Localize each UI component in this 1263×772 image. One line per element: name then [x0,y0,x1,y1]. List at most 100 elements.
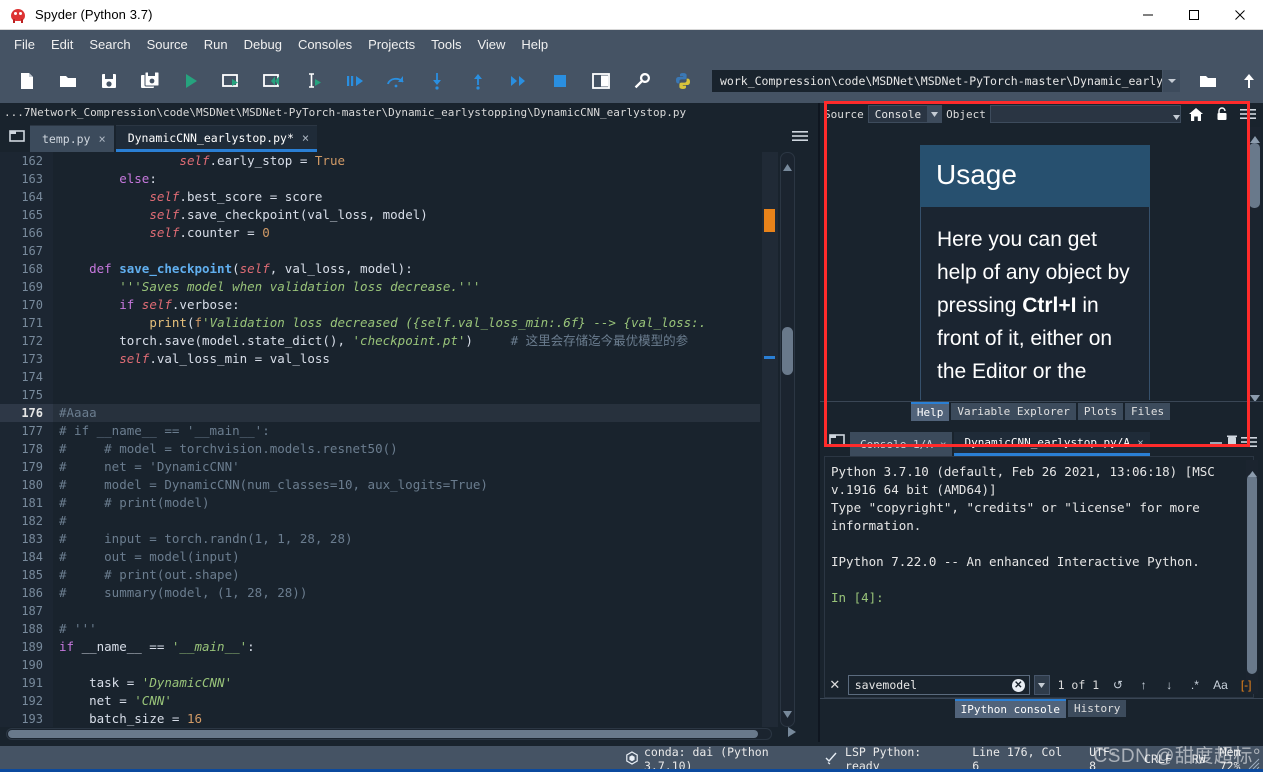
close-icon[interactable]: × [98,132,105,146]
code-line[interactable]: 164 self.best_score = score [0,188,760,206]
regex-toggle-icon[interactable]: .* [1184,675,1206,695]
search-refresh-icon[interactable]: ↺ [1107,675,1129,695]
scroll-right-arrow-icon[interactable] [788,722,796,741]
help-object-input[interactable] [989,105,1181,124]
tab-help[interactable]: Help [910,401,950,421]
editor-vertical-scrollbar[interactable] [780,152,795,727]
menu-source[interactable]: Source [139,34,196,55]
whole-words-icon[interactable]: [-] [1235,675,1257,695]
save-all-icon[interactable] [129,60,170,101]
code-line[interactable]: 187 [0,602,760,620]
code-line[interactable]: 193 batch_size = 16 [0,710,760,727]
close-icon[interactable]: × [302,131,309,145]
browse-tabs-icon[interactable] [4,122,30,150]
scroll-up-arrow-icon[interactable] [783,156,792,175]
open-folder-icon[interactable] [1187,60,1228,101]
editor-horizontal-scroll-thumb[interactable] [8,730,758,738]
code-line[interactable]: 177 # if __name__ == '__main__': [0,422,760,440]
console-output[interactable]: Python 3.7.10 (default, Feb 26 2021, 13:… [824,456,1254,698]
help-content[interactable]: Usage Here you can get help of any objec… [820,125,1249,400]
remove-console-icon[interactable] [1225,433,1239,452]
close-button[interactable] [1217,0,1263,30]
code-line[interactable]: 174 [0,368,760,386]
console-vertical-scroll-thumb[interactable] [1247,474,1257,674]
menu-projects[interactable]: Projects [360,34,423,55]
debug-file-icon[interactable] [334,60,375,101]
menu-consoles[interactable]: Consoles [290,34,360,55]
editor-tab-dynamiccnn[interactable]: DynamicCNN_earlystop.py* × [115,125,318,152]
code-line[interactable]: 172 torch.save(model.state_dict(), 'chec… [0,332,760,350]
run-selection-icon[interactable] [293,60,334,101]
menu-edit[interactable]: Edit [43,34,81,55]
code-line[interactable]: 163 else: [0,170,760,188]
code-line[interactable]: 181 # # print(model) [0,494,760,512]
minimize-icon[interactable] [1209,433,1223,452]
close-icon[interactable]: ✕ [826,677,844,693]
code-line[interactable]: 173 self.val_loss_min = val_loss [0,350,760,368]
continue-icon[interactable] [498,60,539,101]
tab-variable-explorer[interactable]: Variable Explorer [951,402,1076,420]
run-cell-advance-icon[interactable] [252,60,293,101]
code-line[interactable]: 175 [0,386,760,404]
browse-tabs-icon[interactable] [824,426,850,454]
horizontal-splitter[interactable] [820,421,1263,428]
code-line[interactable]: 167 [0,242,760,260]
find-next-icon[interactable]: ↓ [1158,675,1180,695]
editor-vertical-scroll-thumb[interactable] [782,327,793,375]
code-lines[interactable]: 162 self.early_stop = True 163 else: 164 s… [0,152,760,727]
code-line[interactable]: 182 # [0,512,760,530]
help-vertical-scroll-thumb[interactable] [1249,143,1260,208]
stop-debug-icon[interactable] [539,60,580,101]
run-cell-icon[interactable] [211,60,252,101]
up-arrow-icon[interactable] [1228,60,1263,101]
menu-file[interactable]: File [6,34,43,55]
tab-plots[interactable]: Plots [1077,402,1124,420]
code-line[interactable]: 189 if __name__ == '__main__': [0,638,760,656]
chevron-down-icon[interactable] [1162,69,1180,92]
code-line[interactable]: 183 # input = torch.randn(1, 1, 28, 28) [0,530,760,548]
code-line[interactable]: 192 net = 'CNN' [0,692,760,710]
code-line[interactable]: 188 # ''' [0,620,760,638]
preferences-icon[interactable] [621,60,662,101]
menu-tools[interactable]: Tools [423,34,469,55]
open-file-icon[interactable] [47,60,88,101]
scroll-down-arrow-icon[interactable] [783,703,792,722]
menu-run[interactable]: Run [196,34,236,55]
tab-history[interactable]: History [1067,699,1127,717]
working-directory-value[interactable]: work_Compression\code\MSDNet\MSDNet-PyTo… [712,74,1162,88]
step-over-icon[interactable] [375,60,416,101]
warning-marker[interactable] [764,209,775,232]
help-scroll-up-arrow-icon[interactable] [1250,128,1260,147]
menu-view[interactable]: View [469,34,513,55]
chevron-down-icon[interactable] [927,106,942,122]
code-line[interactable]: 168 def save_checkpoint(self, val_loss, … [0,260,760,278]
code-line[interactable]: 176 #Aaaa [0,404,760,422]
new-file-icon[interactable] [6,60,47,101]
match-case-icon[interactable]: Aa [1210,675,1232,695]
cursor-marker[interactable] [764,356,775,359]
editor-tab-temp[interactable]: temp.py × [30,125,114,152]
code-line[interactable]: 170 if self.verbose: [0,296,760,314]
tab-files[interactable]: Files [1125,402,1171,420]
step-return-icon[interactable] [457,60,498,101]
search-history-icon[interactable] [1033,675,1050,695]
code-line[interactable]: 162 self.early_stop = True [0,152,760,170]
working-directory-combo[interactable]: work_Compression\code\MSDNet\MSDNet-PyTo… [711,68,1181,93]
console-tab-dynamiccnn[interactable]: DynamicCNN_earlystop.py/A × [954,432,1150,456]
code-line[interactable]: 185 # # print(out.shape) [0,566,760,584]
console-scroll-up-arrow-icon[interactable] [1248,462,1257,481]
minimize-button[interactable] [1125,0,1171,30]
code-line[interactable]: 178 # # model = torchvision.models.resnet… [0,440,760,458]
menu-debug[interactable]: Debug [236,34,290,55]
tab-ipython-console[interactable]: IPython console [954,698,1066,718]
hamburger-options-icon[interactable] [792,127,808,146]
code-line[interactable]: 190 [0,656,760,674]
find-previous-icon[interactable]: ↑ [1133,675,1155,695]
home-icon[interactable] [1185,104,1207,124]
conda-status[interactable]: conda: dai (Python 3.7.10) [625,745,803,772]
chevron-down-icon[interactable] [1173,105,1180,124]
code-line[interactable]: 166 self.counter = 0 [0,224,760,242]
code-line[interactable]: 169 '''Saves model when validation loss … [0,278,760,296]
python-path-icon[interactable] [662,60,703,101]
save-file-icon[interactable] [88,60,129,101]
